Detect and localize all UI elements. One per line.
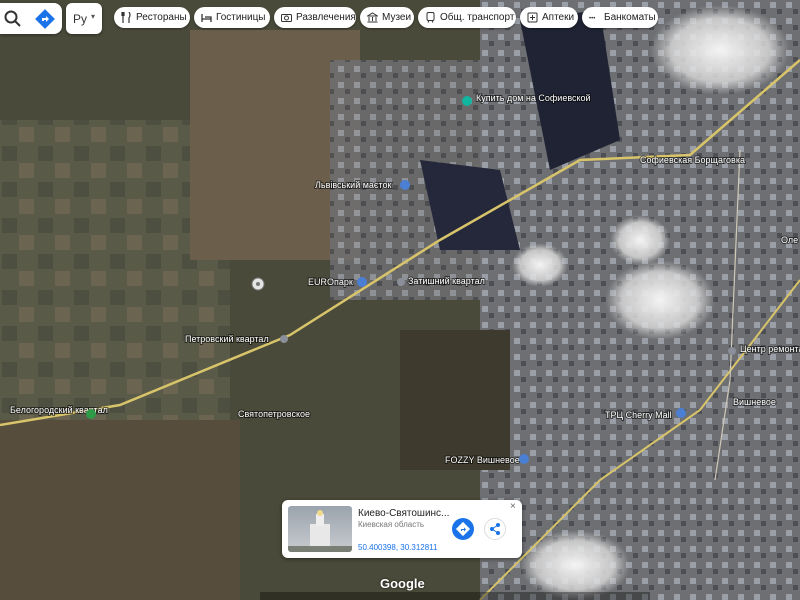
hotel-icon — [201, 14, 212, 22]
chip-hotels[interactable]: Гостиницы — [194, 7, 270, 28]
share-button[interactable] — [484, 518, 506, 540]
directions-button[interactable] — [452, 518, 474, 540]
google-logo: Google — [380, 576, 425, 591]
pin-icon — [86, 409, 96, 419]
search-box[interactable] — [0, 3, 62, 34]
pin-icon — [462, 96, 472, 106]
chip-restaurants[interactable]: Рестораны — [114, 7, 190, 28]
location-region: Киевская область — [358, 520, 425, 529]
camera-icon — [281, 14, 292, 22]
search-icon[interactable] — [2, 8, 24, 30]
chip-atms[interactable]: ••• Банкоматы — [582, 7, 658, 28]
place-label: Львівський маєток — [315, 180, 392, 190]
place-svyatopetrovskoe[interactable]: Святопетровское — [237, 408, 311, 420]
share-icon — [490, 523, 500, 535]
fields-south — [0, 420, 240, 600]
pin-icon — [400, 180, 410, 190]
chevron-down-icon: ▾ — [91, 12, 96, 21]
chip-entertainment[interactable]: Развлечения — [274, 7, 356, 28]
forest — [400, 330, 510, 470]
pharmacy-icon — [527, 12, 538, 23]
pin-icon — [676, 408, 686, 418]
place-vishnevoe[interactable]: Вишневое — [732, 396, 777, 408]
chip-pharmacies[interactable]: Аптеки — [520, 7, 578, 28]
location-coordinates[interactable]: 50.400398, 30.312811 — [358, 543, 437, 552]
directions-icon — [455, 521, 471, 537]
place-label: Святопетровское — [238, 409, 310, 419]
place-label: Оле — [781, 235, 798, 245]
church-photo-icon — [288, 510, 352, 552]
pin-icon — [519, 454, 529, 464]
svg-text:•••: ••• — [589, 16, 595, 22]
place-ole[interactable]: Оле — [780, 234, 799, 246]
cloud — [610, 215, 670, 265]
place-sofievskaya[interactable]: Софиевская Борщаговка — [639, 154, 746, 166]
location-photo[interactable] — [288, 506, 352, 552]
cloud — [512, 243, 568, 287]
directions-icon[interactable] — [34, 8, 56, 30]
restaurant-icon — [121, 12, 131, 23]
pin-icon — [280, 335, 288, 343]
cloud — [605, 260, 715, 340]
attribution-bar — [260, 592, 650, 600]
place-label: Центр ремонта Коробок Передач — [740, 344, 800, 354]
place-label: Купить дом на Софиевской — [476, 93, 591, 103]
place-label: FOZZY Вишневое — [445, 455, 520, 465]
place-label: Софиевская Борщаговка — [640, 155, 745, 165]
cloud — [650, 5, 790, 95]
chip-transit[interactable]: Общ. транспорт — [418, 7, 516, 28]
language-label: Ру — [73, 12, 88, 26]
close-icon[interactable]: × — [510, 502, 520, 512]
place-label: ТРЦ Cherry Mall — [605, 410, 672, 420]
transit-icon — [426, 12, 435, 23]
pin-icon — [397, 278, 405, 286]
language-select[interactable]: Ру ▾ — [66, 3, 102, 34]
cloud — [520, 530, 630, 600]
place-label: EUROпарк — [308, 277, 353, 287]
place-label: Петровский квартал — [185, 334, 269, 344]
dropped-pin[interactable] — [251, 277, 265, 291]
atm-icon: ••• — [589, 16, 595, 22]
location-title[interactable]: Киево-Святошинс... — [358, 508, 449, 519]
pin-icon — [357, 277, 367, 287]
place-label: Вишневое — [733, 397, 776, 407]
museum-icon — [367, 12, 378, 23]
chip-museums[interactable]: Музеи — [360, 7, 414, 28]
place-zatyshnyi[interactable]: Затишний квартал — [397, 275, 486, 287]
place-fozzy[interactable]: FOZZY Вишневое — [444, 454, 529, 466]
location-info-card[interactable]: Киево-Святошинс... Киевская область 50.4… — [282, 500, 522, 558]
pin-icon — [728, 347, 736, 355]
place-label: Затишний квартал — [408, 276, 485, 286]
